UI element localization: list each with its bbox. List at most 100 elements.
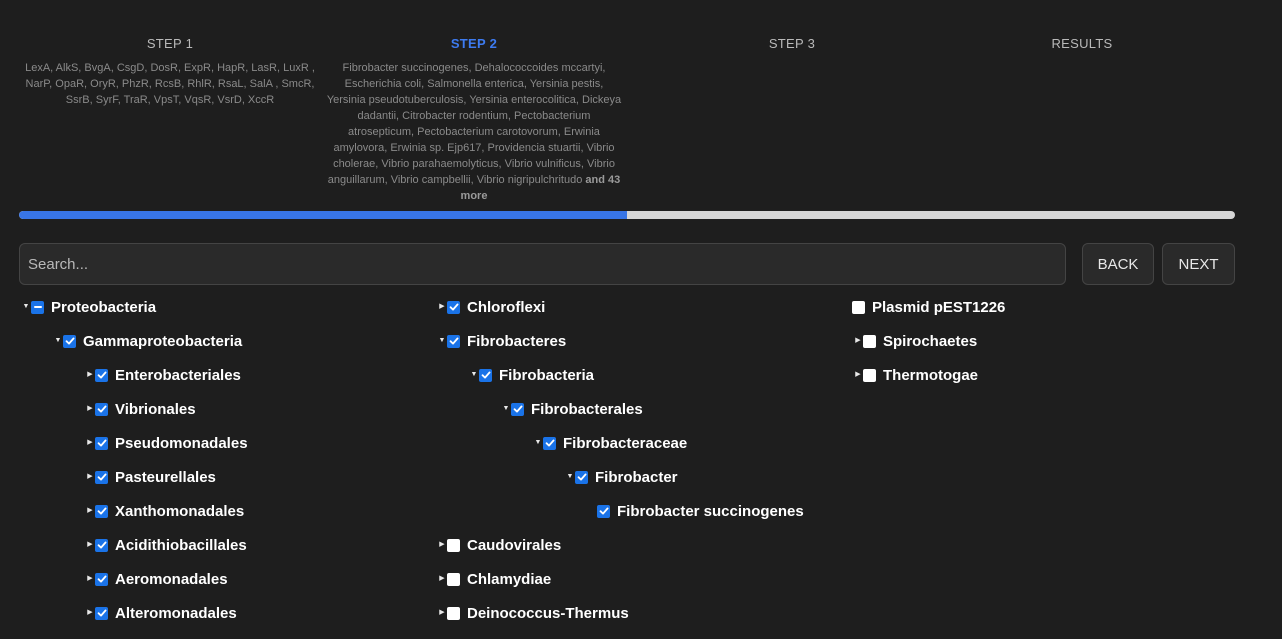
caret-down-icon[interactable]: ▼	[53, 331, 63, 351]
tree-node[interactable]: ▶ Pseudomonadales	[85, 433, 248, 453]
caret-right-icon[interactable]: ▶	[85, 569, 95, 589]
tree-node-label: Fibrobacterales	[531, 400, 643, 418]
tree-node-label: Enterobacteriales	[115, 366, 241, 384]
tree-node-checkbox[interactable]	[447, 606, 460, 620]
step-2-desc-text: Fibrobacter succinogenes, Dehalococcoide…	[326, 62, 622, 186]
tree-node[interactable]: ▶ Alteromonadales	[85, 603, 237, 623]
tree-node-checkbox[interactable]	[95, 436, 108, 450]
caret-down-icon[interactable]: ▼	[501, 399, 511, 419]
caret-right-icon[interactable]: ▶	[85, 501, 95, 521]
tree-node-checkbox[interactable]	[447, 572, 460, 586]
tree-node-label: Fibrobacter	[595, 468, 678, 486]
tree-node-label: Chloroflexi	[467, 298, 546, 316]
tree-node[interactable]: ▶ Vibrionales	[85, 399, 195, 419]
tree-node[interactable]: ▼ Proteobacteria	[21, 297, 157, 317]
tree-node-label: Fibrobacter succinogenes	[617, 502, 804, 520]
tree-node[interactable]: ▶ Caudovirales	[437, 535, 561, 555]
tree-node[interactable]: ▼ Gammaproteobacteria	[53, 331, 243, 351]
tree-node-checkbox[interactable]	[63, 334, 76, 348]
tree-node-label: Deinococcus-Thermus	[467, 604, 629, 622]
tree-node[interactable]: ▼ Fibrobacter	[565, 467, 678, 487]
tree-node-checkbox[interactable]	[447, 300, 460, 314]
step-2[interactable]: STEP 2 Fibrobacter succinogenes, Dehaloc…	[324, 36, 624, 204]
next-button[interactable]: NEXT	[1162, 243, 1235, 285]
caret-right-icon[interactable]: ▶	[853, 331, 863, 351]
caret-right-icon[interactable]: ▶	[85, 365, 95, 385]
caret-right-icon[interactable]: ▶	[85, 603, 95, 623]
tree-node-checkbox[interactable]	[95, 538, 108, 552]
tree-node[interactable]: ▼ Fibrobacteraceae	[533, 433, 688, 453]
tree-node-checkbox[interactable]	[95, 470, 108, 484]
caret-down-icon[interactable]: ▼	[21, 297, 31, 317]
tree-node[interactable]: ▼ Fibrobacterales	[501, 399, 643, 419]
step-1-title: STEP 1	[146, 36, 194, 51]
step-2-description: Fibrobacter succinogenes, Dehalococcoide…	[324, 60, 624, 204]
tree-node-label: Proteobacteria	[51, 298, 157, 316]
caret-right-icon[interactable]: ▶	[85, 467, 95, 487]
caret-down-icon[interactable]: ▼	[469, 365, 479, 385]
tree-node-label: Xanthomonadales	[115, 502, 245, 520]
tree-node[interactable]: ▼ Fibrobacteria	[469, 365, 595, 385]
tree-node-label: Spirochaetes	[883, 332, 978, 350]
caret-right-icon[interactable]: ▶	[437, 603, 447, 623]
caret-down-icon[interactable]: ▼	[533, 433, 543, 453]
progress-bar	[19, 211, 1235, 219]
tree-node-label: Fibrobacteria	[499, 366, 595, 384]
tree-node[interactable]: ▶ Xanthomonadales	[85, 501, 244, 521]
tree-node[interactable]: ▶ Chloroflexi	[437, 297, 545, 317]
tree-node-label: Caudovirales	[467, 536, 562, 554]
caret-right-icon[interactable]: ▶	[85, 433, 95, 453]
tree-node[interactable]: ▶ Acidithiobacillales	[85, 535, 247, 555]
caret-down-icon[interactable]: ▼	[437, 331, 447, 351]
caret-right-icon[interactable]: ▶	[85, 535, 95, 555]
tree-node-checkbox[interactable]	[95, 572, 108, 586]
tree-node[interactable]: ▼ Fibrobacteres	[437, 331, 567, 351]
tree-node-label: Pseudomonadales	[115, 434, 248, 452]
tree-node-checkbox[interactable]	[95, 504, 108, 518]
tree-node-checkbox[interactable]	[479, 368, 492, 382]
tree-node[interactable]: ▶ Thermotogae	[853, 365, 978, 385]
caret-right-icon[interactable]: ▶	[853, 365, 863, 385]
step-1[interactable]: STEP 1 LexA, AlkS, BvgA, CsgD, DosR, Exp…	[20, 36, 320, 108]
caret-right-icon[interactable]: ▶	[437, 535, 447, 555]
tree-node-checkbox[interactable]	[95, 606, 108, 620]
tree-node[interactable]: ▶ Deinococcus-Thermus	[437, 603, 629, 623]
tree-node-checkbox[interactable]	[447, 538, 460, 552]
step-1-description: LexA, AlkS, BvgA, CsgD, DosR, ExpR, HapR…	[20, 60, 320, 108]
step-results[interactable]: RESULTS	[932, 36, 1232, 52]
tree-node-label: Chlamydiae	[467, 570, 552, 588]
search-input[interactable]	[19, 243, 1066, 285]
tree-node-checkbox[interactable]	[575, 470, 588, 484]
back-button[interactable]: BACK	[1082, 243, 1154, 285]
caret-right-icon[interactable]: ▶	[437, 297, 447, 317]
caret-right-icon[interactable]: ▶	[437, 569, 447, 589]
tree-node[interactable]: ▶ Enterobacteriales	[85, 365, 241, 385]
tree-node-checkbox[interactable]	[31, 300, 44, 314]
tree-node-checkbox[interactable]	[543, 436, 556, 450]
progress-bar-fill	[19, 211, 627, 219]
tree-node-checkbox[interactable]	[511, 402, 524, 416]
tree-node-label: Acidithiobacillales	[115, 536, 247, 554]
tree-node[interactable]: ▶ Aeromonadales	[85, 569, 227, 589]
tree-node[interactable]: Fibrobacter succinogenes	[597, 501, 804, 521]
tree-node-checkbox[interactable]	[95, 368, 108, 382]
tree-node-label: Pasteurellales	[115, 468, 216, 486]
tree-node-label: Thermotogae	[883, 366, 979, 384]
tree-node-checkbox[interactable]	[447, 334, 460, 348]
step-3-title: STEP 3	[768, 36, 816, 51]
tree-node-checkbox[interactable]	[863, 334, 876, 348]
tree-node-checkbox[interactable]	[95, 402, 108, 416]
tree-node[interactable]: ▶ Spirochaetes	[853, 331, 977, 351]
tree-node-label: Alteromonadales	[115, 604, 237, 622]
caret-right-icon[interactable]: ▶	[85, 399, 95, 419]
tree-node-checkbox[interactable]	[597, 504, 610, 518]
tree-node[interactable]: ▶ Pasteurellales	[85, 467, 216, 487]
tree-node-label: Gammaproteobacteria	[83, 332, 243, 350]
tree-node-checkbox[interactable]	[852, 300, 865, 314]
step-1-desc-text: LexA, AlkS, BvgA, CsgD, DosR, ExpR, HapR…	[25, 62, 315, 106]
step-3[interactable]: STEP 3	[642, 36, 942, 52]
tree-node[interactable]: ▶ Chlamydiae	[437, 569, 551, 589]
tree-node-checkbox[interactable]	[863, 368, 876, 382]
tree-node[interactable]: Plasmid pEST1226	[852, 297, 1005, 317]
caret-down-icon[interactable]: ▼	[565, 467, 575, 487]
